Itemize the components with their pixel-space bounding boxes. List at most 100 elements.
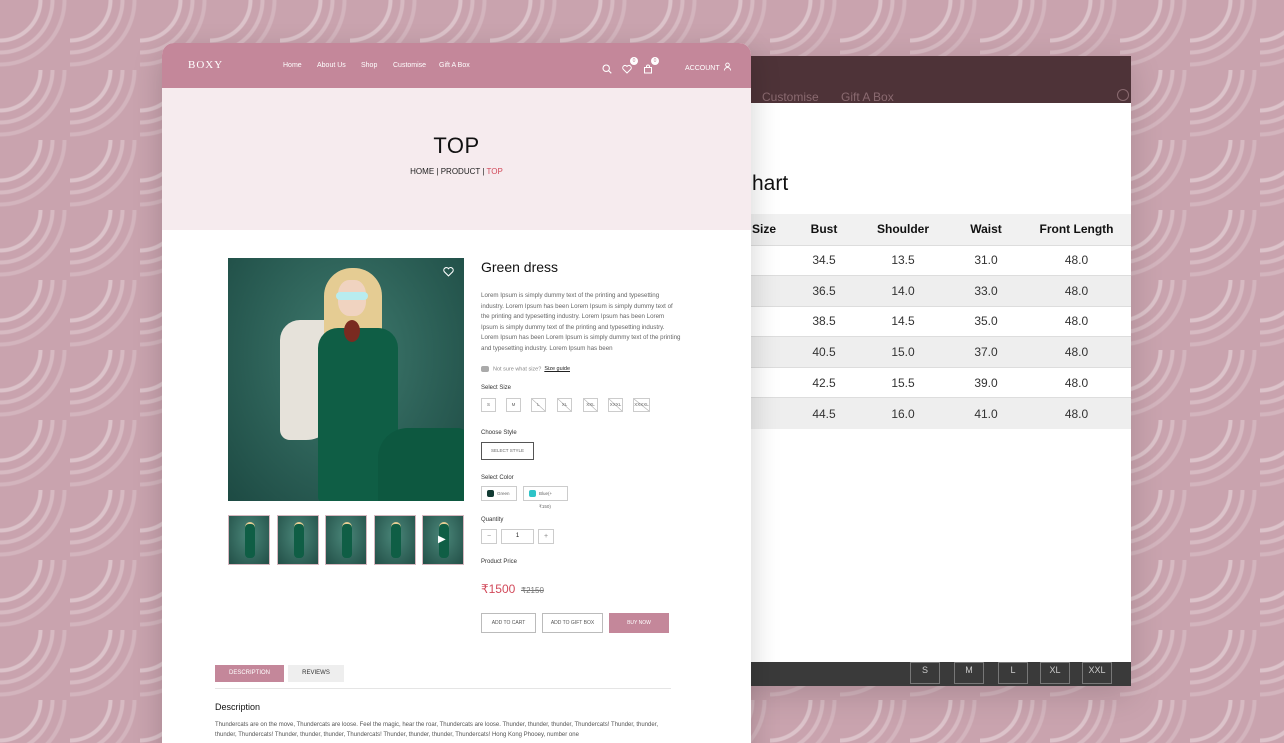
- nav-customise[interactable]: Customise: [762, 90, 819, 104]
- size-chart-title: hart: [752, 172, 789, 195]
- description-heading: Description: [215, 702, 261, 712]
- nav-gift-a-box[interactable]: Gift A Box: [439, 62, 470, 69]
- breadcrumb-current: TOP: [486, 167, 503, 176]
- strip-size-s[interactable]: S: [910, 662, 940, 684]
- cell: 48.0: [1022, 397, 1131, 429]
- tab-description[interactable]: DESCRIPTION: [215, 665, 284, 682]
- cell: 15.0: [856, 336, 950, 368]
- select-color-label: Select Color: [481, 475, 514, 481]
- color-option-green[interactable]: Green: [481, 486, 517, 501]
- user-icon: [724, 62, 732, 71]
- account-link[interactable]: ACCOUNT: [685, 62, 732, 72]
- breadcrumb-product[interactable]: PRODUCT: [441, 167, 480, 176]
- nav-gift-a-box[interactable]: Gift A Box: [841, 90, 894, 104]
- cell: 14.5: [856, 305, 950, 337]
- product-tabs: DESCRIPTION REVIEWS: [215, 665, 671, 689]
- strip-size-xxl[interactable]: XXL: [1082, 662, 1112, 684]
- cell: 33.0: [950, 275, 1022, 307]
- cell: 16.0: [856, 397, 950, 429]
- thumbnail[interactable]: [277, 515, 319, 565]
- product-main-image[interactable]: [228, 258, 464, 501]
- cell: 15.5: [856, 366, 950, 398]
- quantity-label: Quantity: [481, 517, 504, 523]
- breadcrumb-home[interactable]: HOME: [410, 167, 434, 176]
- search-icon[interactable]: [1117, 89, 1129, 101]
- thumbnail[interactable]: [228, 515, 270, 565]
- color-swatch: [487, 490, 494, 497]
- cart-icon[interactable]: 0: [643, 57, 659, 74]
- color-swatch: [529, 490, 536, 497]
- brand-logo[interactable]: BOXY: [188, 59, 223, 71]
- top-nav: BOXY Home About Us Shop Customise Gift A…: [162, 43, 751, 88]
- cell: 40.5: [792, 336, 856, 368]
- product-name: Green dress: [481, 259, 559, 275]
- table-row: 36.5 14.0 33.0 48.0: [700, 275, 1131, 307]
- quantity-decrease-button[interactable]: −: [481, 529, 497, 544]
- quantity-input[interactable]: 1: [501, 529, 534, 544]
- col-bust: Bust: [792, 214, 856, 245]
- breadcrumb-sep: |: [436, 167, 439, 176]
- tab-reviews[interactable]: REVIEWS: [288, 665, 344, 682]
- cell: 41.0: [950, 397, 1022, 429]
- size-option-xxl[interactable]: XXL: [583, 398, 598, 412]
- select-size-label: Select Size: [481, 385, 512, 391]
- buy-now-button[interactable]: BUY NOW: [609, 613, 669, 633]
- color-option-blue[interactable]: Blue(+₹150): [523, 486, 568, 509]
- product-info: Green dress Lorem Ipsum is simply dummy …: [481, 258, 691, 633]
- search-icon[interactable]: [602, 61, 612, 74]
- cell: 48.0: [1022, 275, 1131, 307]
- ruler-icon: [481, 366, 489, 372]
- size-option-m[interactable]: M: [506, 398, 521, 412]
- description-text: Thundercats are on the move, Thundercats…: [215, 722, 659, 738]
- add-to-wishlist-icon[interactable]: [443, 266, 454, 280]
- cell: 48.0: [1022, 244, 1131, 276]
- size-option-s[interactable]: S: [481, 398, 496, 412]
- thumbnail[interactable]: [325, 515, 367, 565]
- table-row: 42.5 15.5 39.0 48.0: [700, 366, 1131, 398]
- size-strip: S M L XL XXL: [700, 662, 1131, 686]
- account-label: ACCOUNT: [685, 65, 720, 72]
- wishlist-icon[interactable]: 0: [622, 57, 638, 74]
- size-chart-nav: Customise Gift A Box: [700, 56, 1131, 104]
- play-icon[interactable]: ▶: [438, 534, 446, 545]
- size-option-l[interactable]: L: [531, 398, 546, 412]
- size-option-xxxxl[interactable]: XXXXL: [633, 398, 650, 412]
- cell: 14.0: [856, 275, 950, 307]
- color-option-label: Blue(+₹150): [539, 491, 553, 509]
- col-front-length: Front Length: [1022, 214, 1131, 245]
- product-description: Lorem Ipsum is simply dummy text of the …: [481, 292, 681, 352]
- quantity-increase-button[interactable]: +: [538, 529, 554, 544]
- size-guide-link[interactable]: Size guide: [544, 366, 570, 372]
- cell: 13.5: [856, 244, 950, 276]
- cell: 48.0: [1022, 336, 1131, 368]
- video-thumbnail[interactable]: ▶: [422, 515, 464, 565]
- table-row: 38.5 14.5 35.0 48.0: [700, 305, 1131, 337]
- cell: 48.0: [1022, 366, 1131, 398]
- nav-home[interactable]: Home: [283, 62, 302, 69]
- breadcrumb: HOME | PRODUCT | TOP: [162, 167, 751, 176]
- cell: 42.5: [792, 366, 856, 398]
- style-select[interactable]: SELECT STYLE: [481, 442, 534, 460]
- product-page-window: BOXY Home About Us Shop Customise Gift A…: [162, 43, 751, 743]
- nav-customise[interactable]: Customise: [393, 62, 426, 69]
- cell: 48.0: [1022, 305, 1131, 337]
- cell: 37.0: [950, 336, 1022, 368]
- strip-size-l[interactable]: L: [998, 662, 1028, 684]
- size-option-xxxl[interactable]: XXXL: [608, 398, 623, 412]
- table-row: 40.5 15.0 37.0 48.0: [700, 336, 1131, 368]
- thumbnail[interactable]: [374, 515, 416, 565]
- size-hint: Not sure what size? Size guide: [481, 366, 570, 372]
- nav-shop[interactable]: Shop: [361, 62, 377, 69]
- add-to-gift-box-button[interactable]: ADD TO GIFT BOX: [542, 613, 603, 633]
- table-row: 34.5 13.5 31.0 48.0: [700, 244, 1131, 276]
- cell: 39.0: [950, 366, 1022, 398]
- cell: 36.5: [792, 275, 856, 307]
- add-to-cart-button[interactable]: ADD TO CART: [481, 613, 536, 633]
- size-option-xl[interactable]: XL: [557, 398, 572, 412]
- color-option-label: Green: [497, 491, 510, 496]
- cell: 44.5: [792, 397, 856, 429]
- wishlist-count-badge: 0: [630, 57, 638, 65]
- strip-size-m[interactable]: M: [954, 662, 984, 684]
- nav-about-us[interactable]: About Us: [317, 62, 346, 69]
- strip-size-xl[interactable]: XL: [1040, 662, 1070, 684]
